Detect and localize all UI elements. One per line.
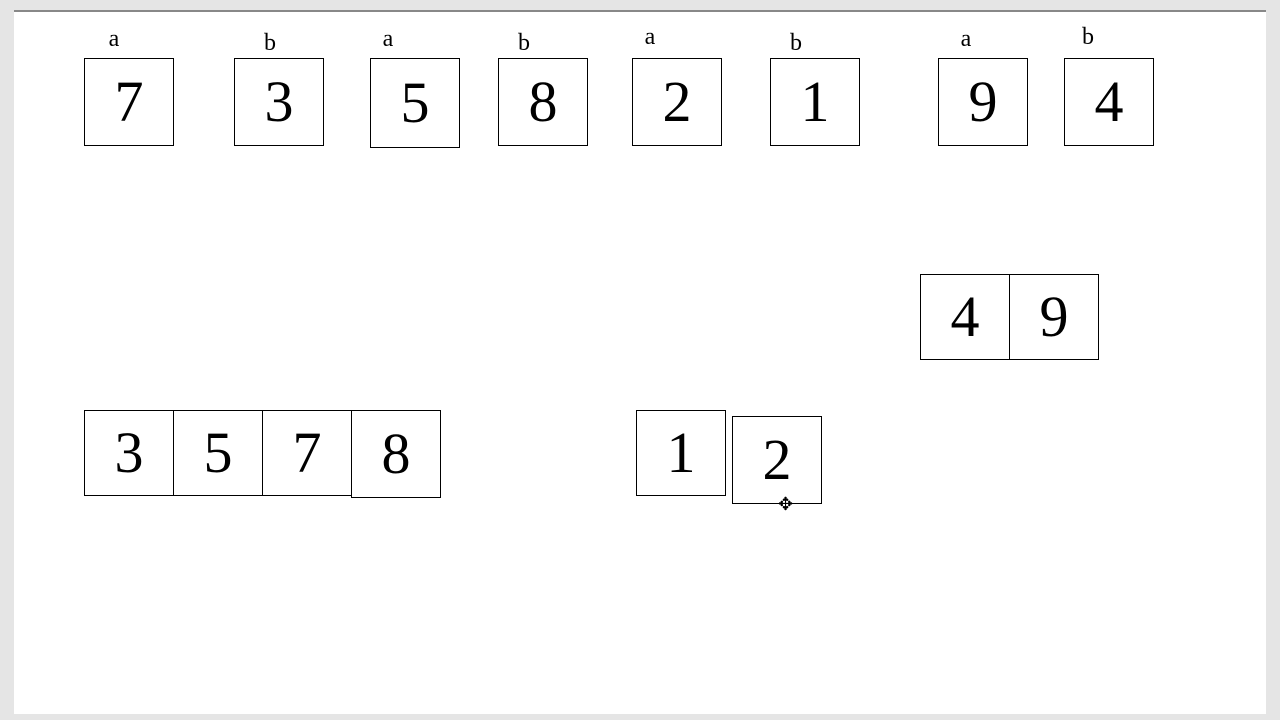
box-pair2-a[interactable]: 5 <box>370 58 460 148</box>
box-pair4-a[interactable]: 9 <box>938 58 1028 146</box>
label-b: b <box>260 30 280 57</box>
box-leftgroup-2[interactable]: 7 <box>262 410 352 496</box>
label-b: b <box>1078 24 1098 51</box>
box-leftgroup-1[interactable]: 5 <box>173 410 263 496</box>
box-midgroup-0[interactable]: 1 <box>636 410 726 496</box>
label-a: a <box>640 24 660 51</box>
box-leftgroup-0[interactable]: 3 <box>84 410 174 496</box>
box-pair1-b[interactable]: 3 <box>234 58 324 146</box>
move-cursor-icon: ✥ <box>778 494 791 515</box>
label-a: a <box>956 26 976 53</box>
box-midgroup-1[interactable]: 2 <box>732 416 822 504</box>
box-pair4-b[interactable]: 4 <box>1064 58 1154 146</box>
box-pair1-a[interactable]: 7 <box>84 58 174 146</box>
box-rightgroup-0[interactable]: 4 <box>920 274 1010 360</box>
label-a: a <box>378 26 398 53</box>
label-b: b <box>786 30 806 57</box>
box-pair3-a[interactable]: 2 <box>632 58 722 146</box>
label-b: b <box>514 30 534 57</box>
box-rightgroup-1[interactable]: 9 <box>1009 274 1099 360</box>
document-canvas: a b 7 3 a b 5 8 a b 2 1 a b 9 4 4 9 3 5 … <box>14 10 1266 714</box>
box-leftgroup-3[interactable]: 8 <box>351 410 441 498</box>
box-pair2-b[interactable]: 8 <box>498 58 588 146</box>
label-a: a <box>104 26 124 53</box>
box-pair3-b[interactable]: 1 <box>770 58 860 146</box>
